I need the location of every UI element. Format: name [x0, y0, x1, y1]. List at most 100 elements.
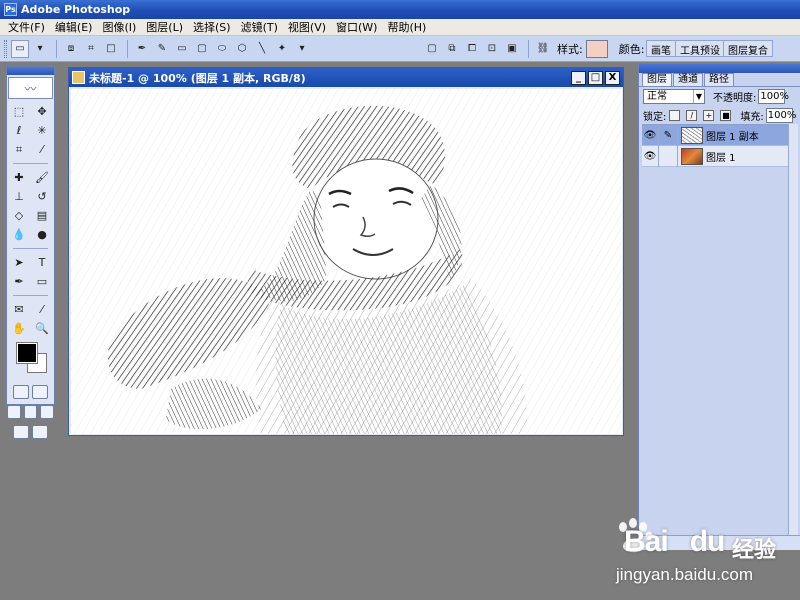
menu-layer[interactable]: 图层(L) [141, 19, 188, 35]
screen-mode-standard[interactable] [7, 405, 21, 419]
options-grip[interactable] [4, 39, 7, 58]
watermark-brand-du: du [689, 525, 726, 558]
layers-scrollbar[interactable] [788, 124, 798, 550]
menu-edit[interactable]: 编辑(E) [50, 19, 98, 35]
menu-filter[interactable]: 滤镜(T) [236, 19, 283, 35]
shape-tool-icon[interactable]: ▭ [32, 273, 52, 290]
document-canvas[interactable] [71, 89, 622, 434]
maximize-button[interactable]: □ [588, 70, 603, 85]
layer-row[interactable]: 👁 图层 1 [642, 145, 790, 167]
ellipse-icon[interactable]: ⬭ [213, 40, 231, 58]
minimize-button[interactable]: _ [571, 70, 586, 85]
rectangle-shape-icon[interactable]: ▭ [173, 40, 191, 58]
foreground-color-swatch[interactable] [16, 342, 38, 364]
tab-paths[interactable]: 路径 [704, 73, 734, 86]
palette-well-layer-comps[interactable]: 图层复合 [723, 40, 773, 57]
magic-wand-icon[interactable]: ✳ [32, 122, 52, 139]
standard-mode-button[interactable] [13, 385, 29, 399]
menu-select[interactable]: 选择(S) [188, 19, 236, 35]
blur-icon[interactable]: 💧 [9, 226, 29, 243]
exclude-area-icon[interactable]: ▣ [503, 40, 521, 58]
subtract-area-icon[interactable]: ⧠ [463, 40, 481, 58]
screen-mode-full[interactable] [40, 405, 55, 419]
line-icon[interactable]: ╲ [253, 40, 271, 58]
menu-image[interactable]: 图像(I) [97, 19, 141, 35]
dodge-icon[interactable]: ● [32, 226, 52, 243]
jump-to-imageready-button[interactable] [13, 425, 29, 439]
eye-icon[interactable]: 👁 [642, 124, 659, 146]
layer-name: 图层 1 [706, 152, 736, 164]
brush-tool-icon[interactable]: 🖌 [32, 169, 52, 186]
lock-transparency-icon[interactable] [669, 110, 681, 121]
lock-all-icon[interactable]: ■ [720, 110, 732, 121]
custom-shape-icon[interactable]: ✦ [273, 40, 291, 58]
freeform-pen-icon[interactable]: ✎ [153, 40, 171, 58]
tab-channels[interactable]: 通道 [673, 73, 703, 86]
fill-input[interactable]: 100% [765, 108, 796, 123]
type-tool-icon[interactable]: T [32, 254, 52, 271]
brush-icon: ✎ [659, 124, 678, 146]
paths-icon[interactable]: ⌗ [82, 40, 100, 58]
baidu-jingyan-watermark: Bai du 经验 jingyan.baidu.com [606, 513, 796, 589]
palette-well-tool-presets[interactable]: 工具预设 [675, 40, 725, 57]
menu-file[interactable]: 文件(F) [3, 19, 50, 35]
tool-preset-picker[interactable]: ▭ [11, 39, 29, 58]
opacity-input[interactable]: 100% [758, 89, 789, 104]
menu-window[interactable]: 窗口(W) [331, 19, 382, 35]
lasso-tool-icon[interactable]: ℓ [9, 122, 29, 139]
feather-logo-icon[interactable]: 〰 [8, 77, 53, 99]
palette-titlebar[interactable] [639, 64, 800, 73]
pen-icon[interactable]: ✒ [133, 40, 151, 58]
chevron-down-icon[interactable]: ▾ [31, 40, 49, 58]
healing-brush-icon[interactable]: ✚ [9, 169, 29, 186]
intersect-area-icon[interactable]: ⊡ [483, 40, 501, 58]
layers-palette: 图层 通道 路径 正常 ▼ 不透明度: 100% 锁定: / + ■ 填充: 1… [638, 64, 800, 550]
crop-tool-icon[interactable]: ⌗ [9, 141, 29, 158]
fill-label: 填充: [740, 112, 764, 123]
layer-name: 图层 1 副本 [706, 131, 759, 143]
palette-well-brushes[interactable]: 画笔 [646, 40, 676, 57]
watermark-brand: Bai du [624, 525, 726, 559]
color-swatches [13, 341, 48, 379]
rounded-rectangle-icon[interactable]: ▢ [193, 40, 211, 58]
clone-stamp-icon[interactable]: ⊥ [9, 188, 29, 205]
chevron-down-icon[interactable]: ▾ [293, 40, 311, 58]
zoom-tool-icon[interactable]: 🔍 [32, 320, 52, 337]
notes-icon[interactable]: ✉ [9, 301, 29, 318]
shape-layer-icon[interactable]: ⧈ [62, 40, 80, 58]
slice-tool-icon[interactable]: ⁄ [32, 141, 52, 158]
menu-help[interactable]: 帮助(H) [382, 19, 431, 35]
checkmark-icon[interactable] [32, 425, 48, 439]
app-title-bar: Ps Adobe Photoshop [0, 0, 800, 19]
tab-layers[interactable]: 图层 [642, 73, 672, 86]
marquee-tool-icon[interactable]: ⬚ [9, 103, 29, 120]
chevron-down-icon: ▼ [693, 90, 704, 103]
close-button[interactable]: X [605, 70, 620, 85]
path-select-icon[interactable]: ➤ [9, 254, 29, 271]
quickmask-mode-button[interactable] [32, 385, 48, 399]
layers-list: 👁 ✎ 图层 1 副本 👁 图层 1 [642, 124, 790, 167]
blend-mode-select[interactable]: 正常 ▼ [643, 89, 705, 104]
hand-tool-icon[interactable]: ✋ [9, 320, 29, 337]
layer-row[interactable]: 👁 ✎ 图层 1 副本 [642, 124, 790, 146]
history-brush-icon[interactable]: ↺ [32, 188, 52, 205]
lock-position-icon[interactable]: + [703, 110, 715, 121]
style-swatch[interactable] [585, 39, 608, 58]
link-icon[interactable]: ⛓ [534, 40, 552, 58]
eye-icon[interactable]: 👁 [642, 145, 659, 167]
eraser-icon[interactable]: ◇ [9, 207, 29, 224]
fill-pixels-icon[interactable]: □ [102, 40, 120, 58]
document-title-bar[interactable]: 未标题-1 @ 100% (图层 1 副本, RGB/8) _ □ X [69, 68, 623, 87]
eyedropper-icon[interactable]: ⁄ [32, 301, 52, 318]
toolbox-titlebar[interactable] [7, 67, 54, 75]
new-area-icon[interactable]: ▢ [423, 40, 441, 58]
add-area-icon[interactable]: ⧉ [443, 40, 461, 58]
polygon-icon[interactable]: ⬡ [233, 40, 251, 58]
pen-tool-icon[interactable]: ✒ [9, 273, 29, 290]
screen-mode-full-menu[interactable] [23, 405, 38, 419]
lock-image-icon[interactable]: / [686, 110, 698, 121]
gradient-icon[interactable]: ▤ [32, 207, 52, 224]
move-tool-icon[interactable]: ✥ [32, 103, 52, 120]
layer-thumbnail [681, 126, 703, 144]
menu-view[interactable]: 视图(V) [283, 19, 331, 35]
